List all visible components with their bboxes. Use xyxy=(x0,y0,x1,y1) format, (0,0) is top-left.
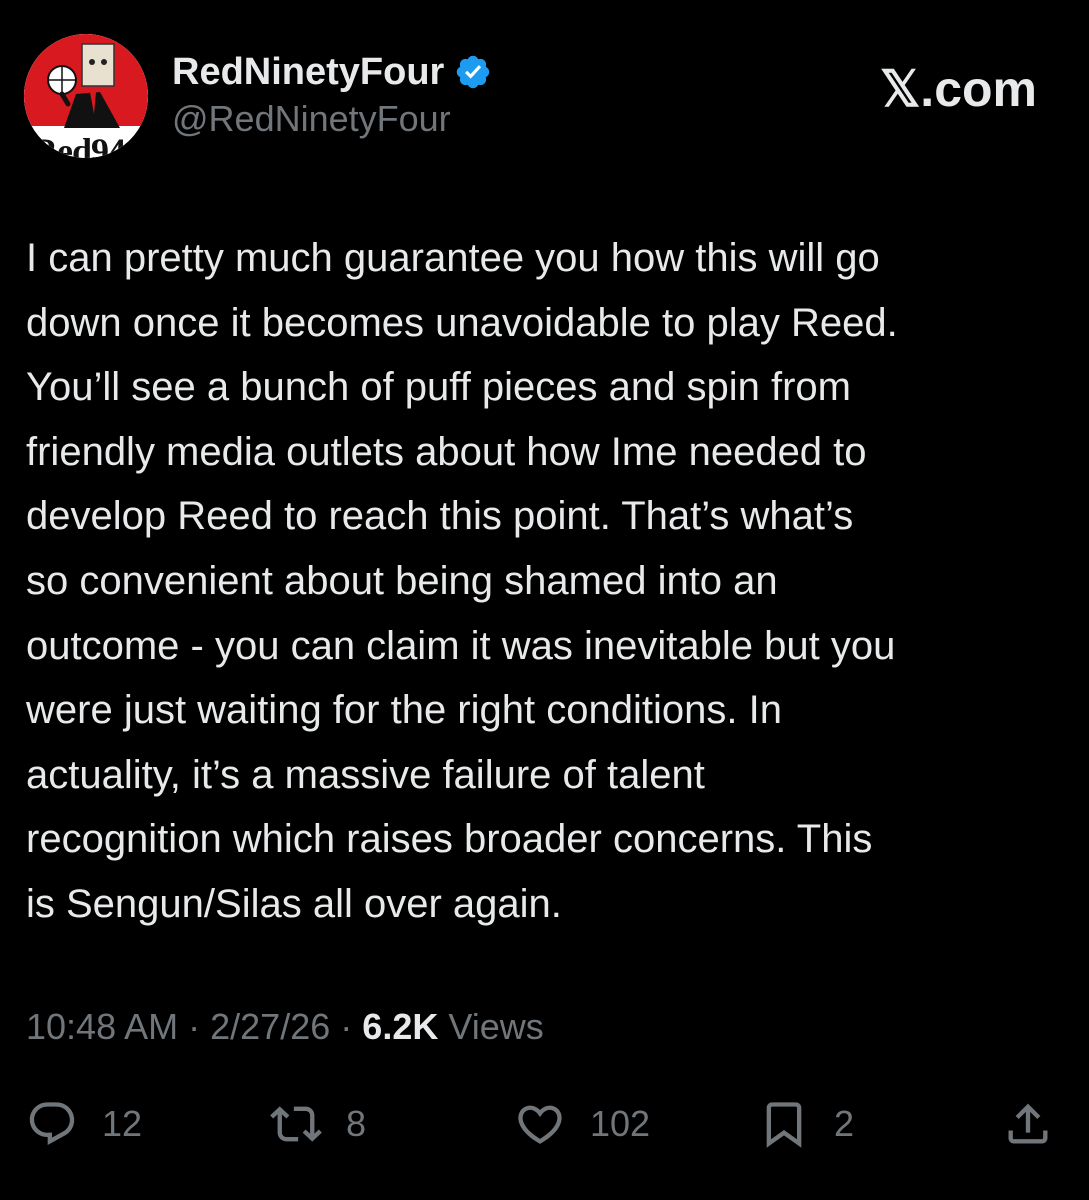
views-count: 6.2K xyxy=(362,1006,439,1047)
verified-badge-icon xyxy=(454,53,492,91)
avatar[interactable]: Red94 xyxy=(24,34,148,158)
tweet-line: recognition which raises broader concern… xyxy=(26,817,873,862)
tweet-line: I can pretty much guarantee you how this… xyxy=(26,236,880,280)
like-button[interactable]: 102 xyxy=(514,1098,650,1150)
tweet-date[interactable]: 2/27/26 xyxy=(210,1006,330,1047)
author-name-row: RedNinetyFour xyxy=(172,48,492,96)
views-label: Views xyxy=(448,1006,544,1047)
tweet-line: actuality, it’s a massive failure of tal… xyxy=(26,752,705,797)
tweet-meta: 10:48 AM · 2/27/26 · 6.2K Views xyxy=(26,1006,544,1048)
repost-count: 8 xyxy=(346,1103,367,1144)
reply-count: 12 xyxy=(102,1103,143,1144)
tweet-text: I can pretty much guarantee you how this… xyxy=(26,226,1066,937)
like-icon xyxy=(514,1098,566,1150)
tweet-line: outcome - you can claim it was inevitabl… xyxy=(26,623,896,668)
tweet-line: were just waiting for the right conditio… xyxy=(26,688,782,733)
bookmark-count: 2 xyxy=(834,1103,855,1144)
share-icon xyxy=(1002,1098,1054,1150)
reply-icon xyxy=(26,1098,78,1150)
tweet-line: develop Reed to reach this point. That’s… xyxy=(26,494,854,539)
reply-button[interactable]: 12 xyxy=(26,1098,142,1150)
meta-separator: · xyxy=(188,1006,201,1047)
tweet-line: You’ll see a bunch of puff pieces and sp… xyxy=(26,365,851,410)
avatar-logo-text: Red94 xyxy=(32,131,126,158)
tweet-time[interactable]: 10:48 AM xyxy=(26,1006,178,1047)
bookmark-icon xyxy=(758,1098,810,1150)
repost-icon xyxy=(270,1098,322,1150)
display-name[interactable]: RedNinetyFour xyxy=(172,51,444,94)
tweet-line: friendly media outlets about how Ime nee… xyxy=(26,429,867,474)
author-handle[interactable]: @RedNinetyFour xyxy=(172,98,451,140)
share-button[interactable] xyxy=(1002,1098,1054,1150)
meta-separator: · xyxy=(340,1006,353,1047)
repost-button[interactable]: 8 xyxy=(270,1098,366,1150)
tweet-line: down once it becomes unavoidable to play… xyxy=(26,300,898,345)
bookmark-button[interactable]: 2 xyxy=(758,1098,854,1150)
tweet-line: is Sengun/Silas all over again. xyxy=(26,881,562,926)
site-label: 𝕏.com xyxy=(880,61,1037,117)
tweet-line: so convenient about being shamed into an xyxy=(26,558,778,603)
action-bar: 12 8 102 2 xyxy=(0,1098,1089,1150)
like-count: 102 xyxy=(590,1103,651,1144)
